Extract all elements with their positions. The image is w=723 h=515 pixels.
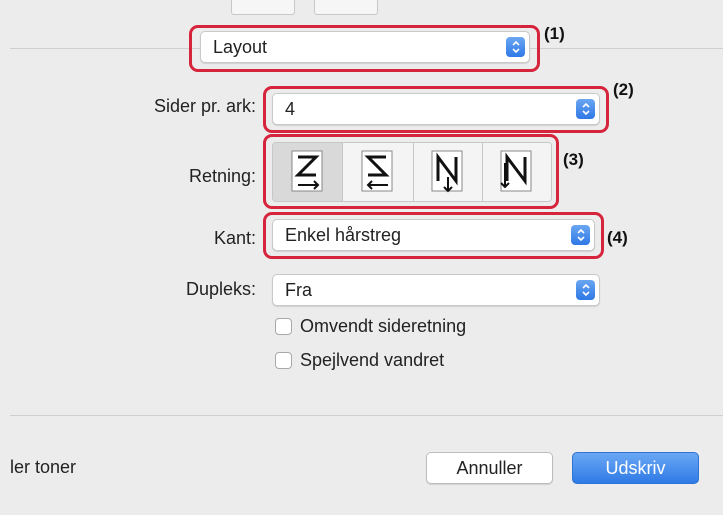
border-label: Kant: (213, 228, 256, 248)
chevron-updown-icon (571, 225, 590, 245)
chevron-updown-icon (506, 37, 525, 57)
cancel-button[interactable]: Annuller (426, 452, 553, 484)
flip-horizontal-label: Spejlvend vandret (300, 350, 445, 370)
callout-2-label: (2) (613, 80, 634, 99)
panel-select[interactable]: Layout (200, 31, 530, 63)
orientation-z-button[interactable] (273, 143, 344, 201)
pages-per-sheet-select[interactable]: 4 (272, 93, 600, 125)
reverse-page-order-checkbox[interactable] (275, 318, 292, 335)
layout-s-reverse-icon (361, 150, 393, 192)
toolbar-segment-left (231, 0, 295, 15)
duplex-value: Fra (285, 279, 312, 300)
orientation-label: Retning: (188, 166, 256, 186)
reverse-page-order-label: Omvendt sideretning (300, 316, 467, 336)
layout-n-icon (500, 150, 532, 192)
border-value: Enkel hårstreg (285, 224, 402, 245)
callout-4-label: (4) (607, 228, 628, 247)
orientation-segmented-control (272, 142, 552, 202)
panel-select-value: Layout (213, 36, 268, 57)
print-button[interactable]: Udskriv (572, 452, 699, 484)
duplex-select[interactable]: Fra (272, 274, 600, 306)
flip-horizontal-checkbox[interactable] (275, 352, 292, 369)
separator-bottom (10, 415, 723, 416)
pages-per-sheet-value: 4 (285, 98, 296, 119)
callout-1-label: (1) (544, 24, 565, 43)
orientation-n-button[interactable] (482, 143, 551, 201)
orientation-n-reverse-button[interactable] (413, 143, 483, 201)
chevron-updown-icon (576, 99, 595, 119)
supplies-label: ler toner (10, 457, 77, 477)
toolbar-segment-right (314, 0, 378, 15)
orientation-s-reverse-button[interactable] (343, 143, 414, 201)
duplex-label: Dupleks: (185, 279, 256, 299)
chevron-updown-icon (576, 280, 595, 300)
border-select[interactable]: Enkel hårstreg (272, 219, 595, 251)
layout-n-reverse-icon (431, 150, 463, 193)
layout-z-icon (291, 150, 323, 192)
callout-3-label: (3) (563, 150, 584, 169)
pages-per-sheet-label: Sider pr. ark: (153, 96, 256, 116)
